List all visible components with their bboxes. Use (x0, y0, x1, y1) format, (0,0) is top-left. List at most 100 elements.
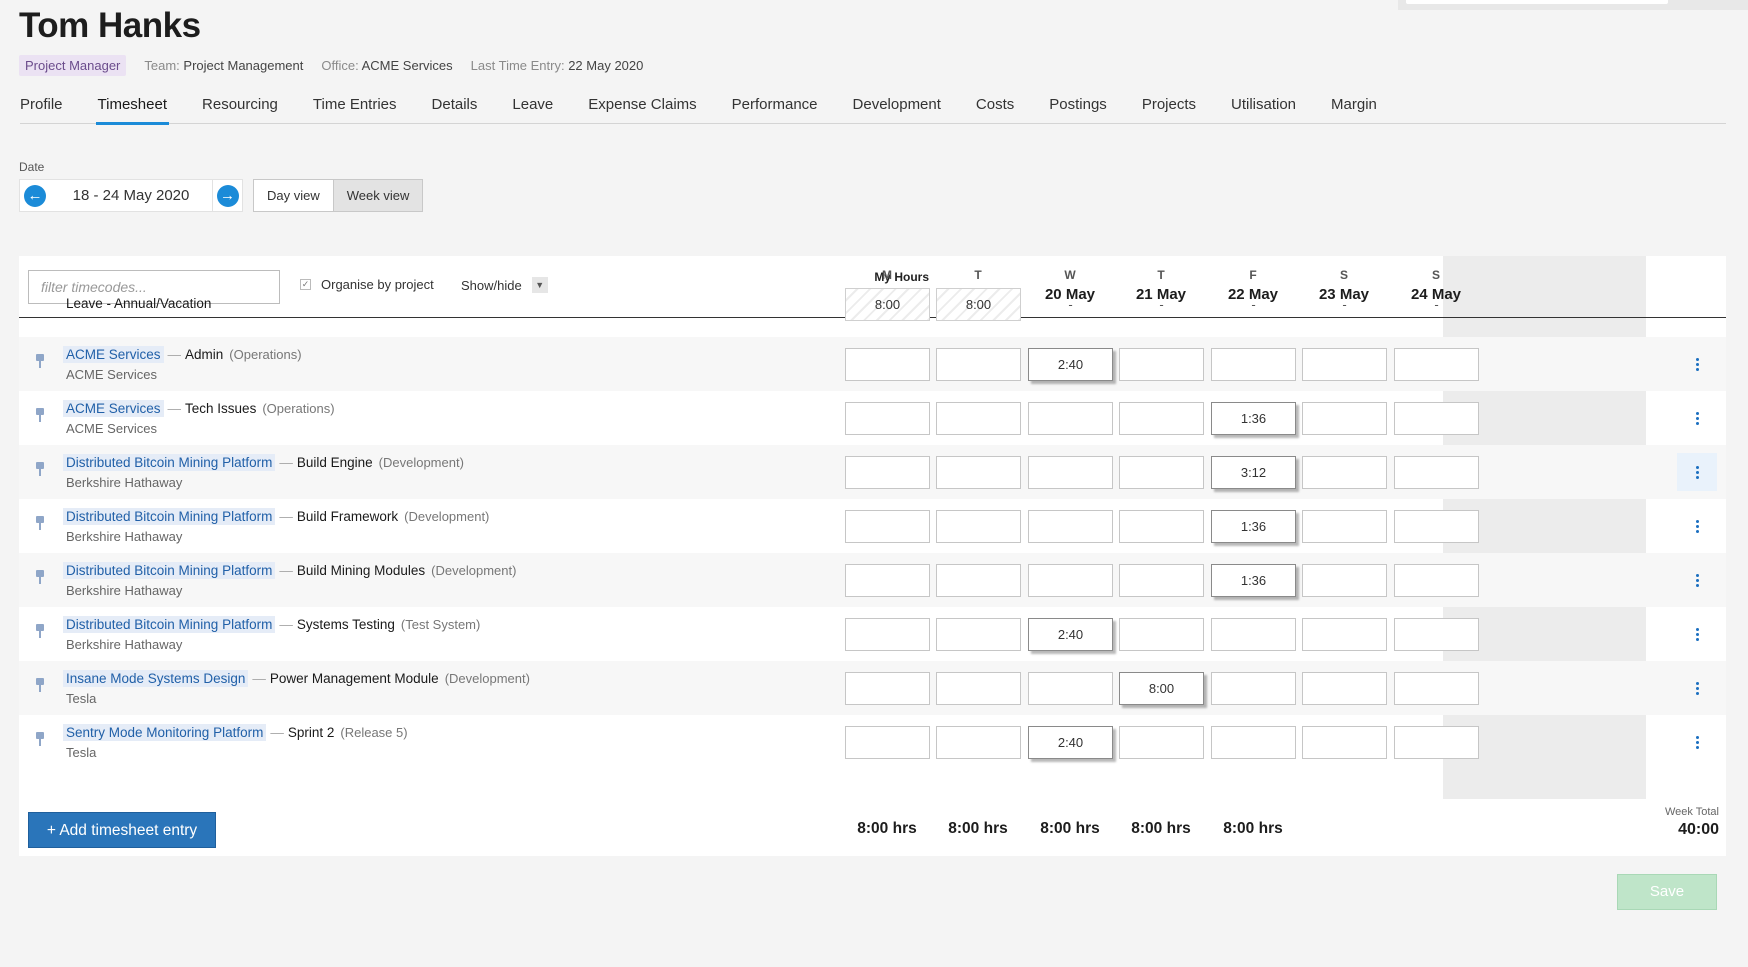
project-link[interactable]: ACME Services (63, 346, 164, 363)
tab-margin[interactable]: Margin (1331, 96, 1377, 124)
time-input[interactable] (936, 456, 1021, 489)
time-input[interactable] (936, 510, 1021, 543)
time-input[interactable] (936, 402, 1021, 435)
time-input[interactable]: 3:12 (1211, 456, 1296, 489)
project-link[interactable]: Sentry Mode Monitoring Platform (63, 724, 267, 741)
time-input[interactable] (936, 726, 1021, 759)
kebab-menu-icon[interactable] (1677, 615, 1717, 653)
kebab-menu-icon[interactable] (1677, 345, 1717, 383)
project-link[interactable]: Insane Mode Systems Design (63, 670, 249, 687)
time-input[interactable] (1119, 618, 1204, 651)
time-input[interactable] (845, 564, 930, 597)
time-input[interactable] (1211, 726, 1296, 759)
time-input[interactable] (845, 348, 930, 381)
time-input[interactable] (1394, 348, 1479, 381)
time-input[interactable] (936, 564, 1021, 597)
date-range[interactable]: 18 - 24 May 2020 (50, 187, 212, 204)
time-input[interactable] (1028, 402, 1113, 435)
time-input[interactable] (1302, 672, 1387, 705)
time-input[interactable] (845, 672, 930, 705)
pin-icon[interactable] (35, 354, 45, 368)
time-input[interactable] (1211, 618, 1296, 651)
time-input[interactable] (1302, 726, 1387, 759)
time-input[interactable] (1119, 348, 1204, 381)
time-input[interactable] (1119, 564, 1204, 597)
save-button[interactable]: Save (1617, 874, 1717, 910)
time-input[interactable]: 2:40 (1028, 348, 1113, 381)
tab-performance[interactable]: Performance (732, 96, 818, 124)
time-input[interactable] (1394, 402, 1479, 435)
time-input[interactable] (1302, 456, 1387, 489)
time-input[interactable] (1302, 564, 1387, 597)
pin-icon[interactable] (35, 516, 45, 530)
time-input[interactable] (845, 510, 930, 543)
tab-costs[interactable]: Costs (976, 96, 1014, 124)
kebab-menu-icon[interactable] (1677, 399, 1717, 437)
pin-icon[interactable] (35, 462, 45, 476)
kebab-menu-icon[interactable] (1677, 723, 1717, 761)
kebab-menu-icon[interactable] (1677, 561, 1717, 599)
time-input[interactable]: 1:36 (1211, 564, 1296, 597)
time-input[interactable] (1302, 402, 1387, 435)
tab-leave[interactable]: Leave (512, 96, 553, 124)
time-input[interactable] (1211, 672, 1296, 705)
add-timesheet-entry-button[interactable]: + Add timesheet entry (28, 812, 216, 848)
time-input[interactable] (1028, 456, 1113, 489)
time-input[interactable] (1394, 726, 1479, 759)
project-link[interactable]: Distributed Bitcoin Mining Platform (63, 508, 276, 525)
project-link[interactable]: ACME Services (63, 400, 164, 417)
time-input[interactable]: 2:40 (1028, 618, 1113, 651)
prev-week-button[interactable]: ← (20, 180, 50, 211)
week-view-button[interactable]: Week view (332, 180, 423, 211)
time-input[interactable] (936, 618, 1021, 651)
day-view-button[interactable]: Day view (254, 180, 333, 211)
pin-icon[interactable] (35, 732, 45, 746)
time-input[interactable] (1119, 456, 1204, 489)
kebab-menu-icon[interactable] (1677, 453, 1717, 491)
kebab-menu-icon[interactable] (1677, 669, 1717, 707)
time-input[interactable] (1119, 726, 1204, 759)
time-input[interactable] (936, 348, 1021, 381)
tab-resourcing[interactable]: Resourcing (202, 96, 278, 124)
tab-timesheet[interactable]: Timesheet (95, 96, 170, 125)
time-input[interactable] (1394, 456, 1479, 489)
time-input[interactable] (1119, 402, 1204, 435)
top-search-input[interactable] (1406, 0, 1668, 4)
next-week-button[interactable]: → (212, 180, 242, 211)
time-input[interactable]: 2:40 (1028, 726, 1113, 759)
tab-development[interactable]: Development (853, 96, 941, 124)
time-input[interactable] (845, 618, 930, 651)
tab-time-entries[interactable]: Time Entries (313, 96, 397, 124)
project-link[interactable]: Distributed Bitcoin Mining Platform (63, 562, 276, 579)
kebab-menu-icon[interactable] (1677, 507, 1717, 545)
time-input[interactable] (1394, 510, 1479, 543)
tab-expense-claims[interactable]: Expense Claims (588, 96, 696, 124)
time-input[interactable] (1119, 510, 1204, 543)
time-input[interactable] (936, 672, 1021, 705)
time-input[interactable] (1394, 564, 1479, 597)
tab-profile[interactable]: Profile (20, 96, 63, 124)
tab-projects[interactable]: Projects (1142, 96, 1196, 124)
time-input[interactable] (845, 402, 930, 435)
pin-icon[interactable] (35, 624, 45, 638)
time-input[interactable] (845, 726, 930, 759)
time-input[interactable] (845, 456, 930, 489)
tab-postings[interactable]: Postings (1049, 96, 1107, 124)
project-link[interactable]: Distributed Bitcoin Mining Platform (63, 616, 276, 633)
project-link[interactable]: Distributed Bitcoin Mining Platform (63, 454, 276, 471)
time-input[interactable] (1211, 348, 1296, 381)
time-input[interactable] (1302, 618, 1387, 651)
time-input[interactable] (1028, 672, 1113, 705)
time-input[interactable]: 1:36 (1211, 402, 1296, 435)
time-input[interactable] (1028, 564, 1113, 597)
pin-icon[interactable] (35, 678, 45, 692)
pin-icon[interactable] (35, 408, 45, 422)
time-input[interactable]: 1:36 (1211, 510, 1296, 543)
time-input[interactable] (1302, 348, 1387, 381)
pin-icon[interactable] (35, 570, 45, 584)
time-input[interactable]: 8:00 (1119, 672, 1204, 705)
time-input[interactable] (1394, 672, 1479, 705)
tab-details[interactable]: Details (432, 96, 478, 124)
time-input[interactable] (1302, 510, 1387, 543)
time-input[interactable] (1028, 510, 1113, 543)
